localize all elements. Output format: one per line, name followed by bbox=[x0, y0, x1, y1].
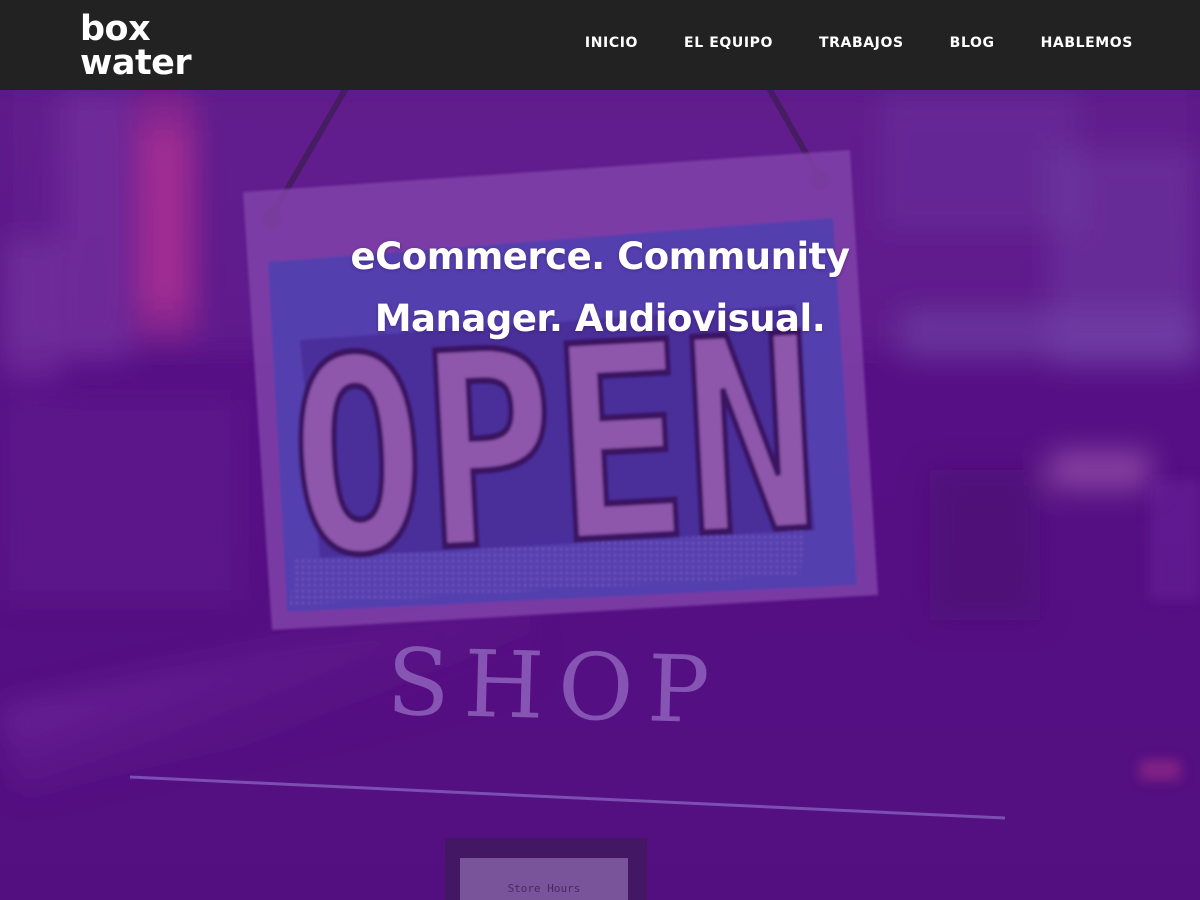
site-logo[interactable]: box water bbox=[80, 9, 192, 83]
site-header: box water INICIO EL EQUIPO TRABAJOS BLOG… bbox=[0, 0, 1200, 90]
main-nav: INICIO EL EQUIPO TRABAJOS BLOG HABLEMOS bbox=[585, 0, 1133, 86]
logo-line-2: water bbox=[80, 43, 192, 83]
hero-color-overlay bbox=[0, 90, 1200, 900]
nav-link-blog[interactable]: BLOG bbox=[950, 35, 995, 51]
nav-link-el-equipo[interactable]: EL EQUIPO bbox=[684, 35, 773, 51]
hero-heading-line-1: eCommerce. Community bbox=[350, 235, 850, 278]
logo-line-1: box bbox=[80, 9, 151, 49]
nav-link-hablemos[interactable]: HABLEMOS bbox=[1041, 35, 1133, 51]
nav-link-trabajos[interactable]: TRABAJOS bbox=[819, 35, 904, 51]
hero-section: OPEN SHOP Store Hours eCommerce. Communi… bbox=[0, 90, 1200, 900]
nav-link-inicio[interactable]: INICIO bbox=[585, 35, 638, 51]
hero-heading: eCommerce. Community Manager. Audiovisua… bbox=[300, 226, 900, 350]
hero-heading-line-2: Manager. Audiovisual. bbox=[374, 297, 826, 340]
